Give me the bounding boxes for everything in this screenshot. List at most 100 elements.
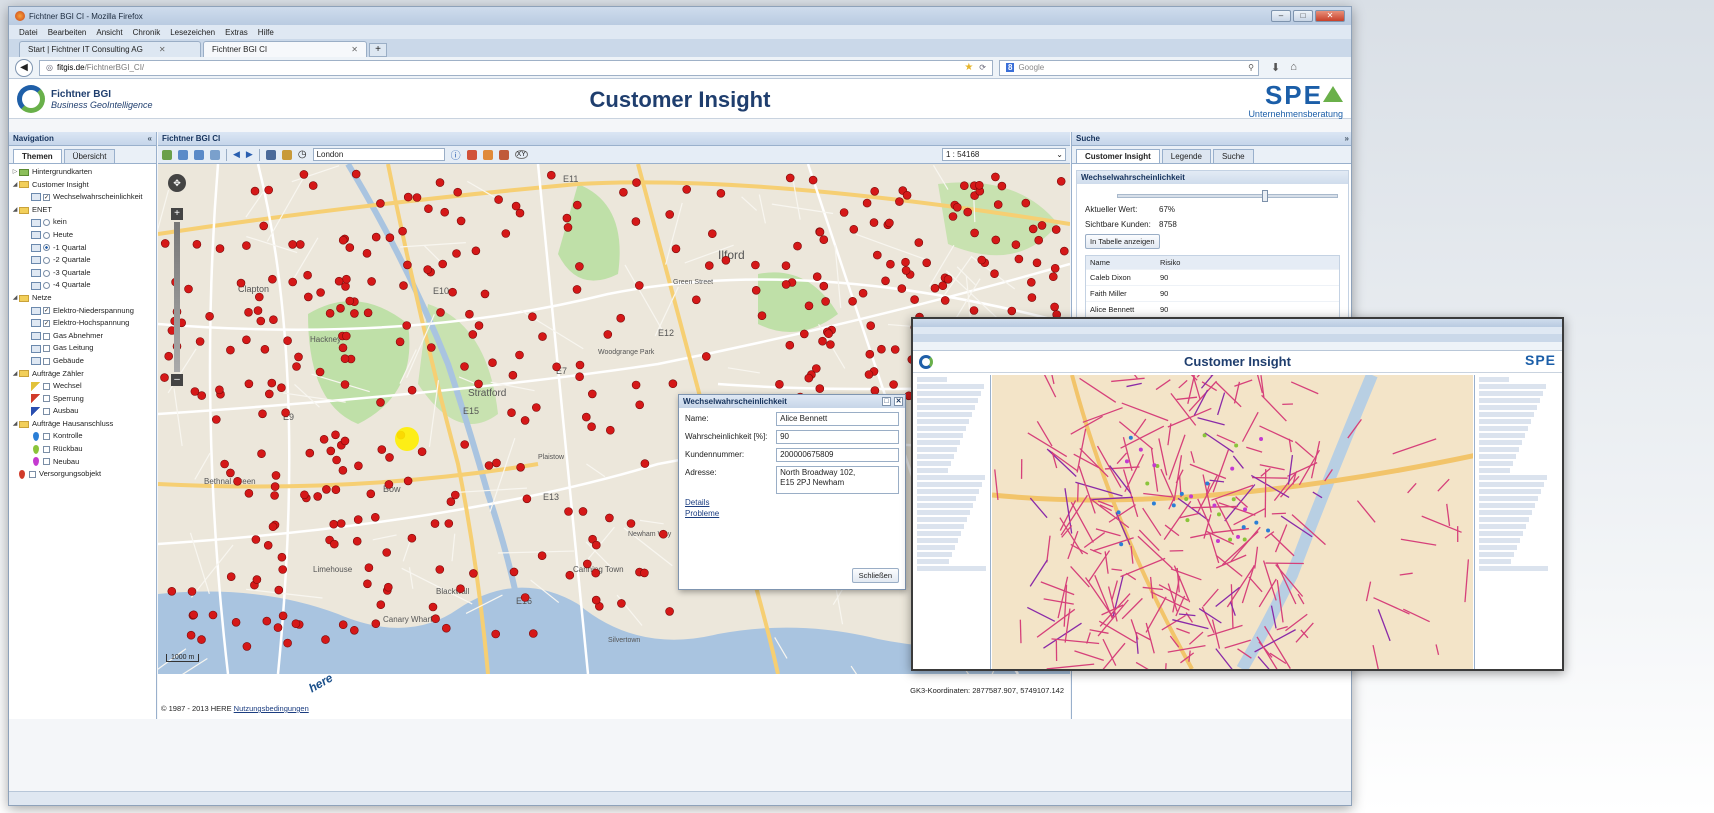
customer-marker[interactable] [815, 384, 825, 393]
customer-marker[interactable] [350, 625, 359, 635]
customer-marker[interactable] [671, 244, 681, 254]
customer-marker[interactable] [821, 297, 830, 306]
customer-marker[interactable] [826, 340, 835, 349]
customer-marker[interactable] [294, 352, 303, 362]
customer-marker[interactable] [331, 485, 341, 495]
customer-marker[interactable] [1027, 293, 1037, 302]
customer-marker[interactable] [426, 343, 436, 352]
customer-marker[interactable] [190, 387, 200, 396]
layer-radio[interactable] [43, 244, 50, 252]
menu-datei[interactable]: Datei [19, 28, 38, 37]
customer-marker[interactable] [435, 565, 445, 574]
customer-marker[interactable] [242, 241, 251, 250]
customer-marker[interactable] [575, 360, 585, 370]
customer-marker[interactable] [257, 449, 266, 459]
customer-marker[interactable] [384, 582, 393, 592]
customer-marker[interactable] [385, 233, 395, 242]
customer-marker[interactable] [438, 259, 448, 269]
customer-marker[interactable] [195, 337, 205, 346]
customer-marker[interactable] [528, 629, 538, 638]
customer-marker[interactable] [277, 552, 287, 562]
layer-radio[interactable] [43, 219, 50, 227]
customer-marker[interactable] [862, 198, 872, 208]
customer-marker[interactable] [363, 308, 373, 318]
customer-marker[interactable] [811, 364, 821, 373]
tree-node-customer-insight[interactable]: ◢ Customer Insight [11, 179, 156, 192]
customer-marker[interactable] [299, 170, 309, 179]
layer-checkbox[interactable] [43, 332, 50, 340]
customer-marker[interactable] [575, 262, 584, 271]
pan-tool-icon[interactable] [210, 149, 220, 160]
close-popup-button[interactable]: Schließen [851, 568, 899, 583]
tree-node-q1[interactable]: -1 Quartal [11, 242, 156, 255]
customer-marker[interactable] [253, 306, 263, 315]
customer-marker[interactable] [1037, 221, 1047, 230]
customer-marker[interactable] [635, 400, 645, 410]
customer-marker[interactable] [640, 568, 649, 578]
customer-marker[interactable] [259, 221, 268, 231]
customer-marker[interactable] [460, 440, 470, 449]
customer-marker[interactable] [431, 614, 440, 624]
collapse-icon[interactable]: ◢ [11, 204, 19, 217]
customer-marker[interactable] [572, 200, 582, 210]
customer-marker[interactable] [371, 232, 381, 242]
customer-marker[interactable] [866, 321, 876, 330]
menu-lesezeichen[interactable]: Lesezeichen [170, 28, 215, 37]
customer-marker[interactable] [665, 210, 675, 219]
customer-marker[interactable] [436, 308, 445, 317]
table-row[interactable]: Caleb Dixon 90 [1086, 269, 1339, 285]
customer-marker[interactable] [288, 240, 297, 249]
tree-node-rueckbau[interactable]: Rückbau [11, 443, 156, 456]
customer-marker[interactable] [244, 488, 254, 498]
customer-marker[interactable] [815, 227, 825, 237]
customer-marker[interactable] [303, 270, 312, 280]
layer-radio[interactable] [43, 256, 50, 264]
customer-marker[interactable] [273, 623, 283, 632]
customer-marker[interactable] [403, 192, 413, 202]
customer-marker[interactable] [160, 373, 169, 382]
customer-marker[interactable] [242, 642, 252, 651]
customer-marker[interactable] [591, 595, 601, 605]
customer-marker[interactable] [322, 485, 331, 494]
customer-marker[interactable] [430, 519, 440, 528]
tree-node-wechsel[interactable]: ✓ Wechselwahrscheinlichkeit [11, 191, 156, 204]
slider-handle[interactable] [1261, 190, 1268, 202]
customer-marker[interactable] [858, 288, 868, 298]
layer-checkbox[interactable] [43, 445, 50, 453]
customer-marker[interactable] [716, 188, 726, 198]
coordinate-icon[interactable]: XY [514, 150, 528, 159]
customer-marker[interactable] [707, 229, 717, 238]
customer-marker[interactable] [1021, 198, 1031, 208]
tree-node-kein[interactable]: kein [11, 216, 156, 229]
customer-marker[interactable] [382, 548, 391, 557]
customer-marker[interactable] [341, 282, 350, 291]
customer-marker[interactable] [581, 412, 591, 422]
customer-marker[interactable] [363, 579, 372, 589]
customer-marker[interactable] [274, 585, 284, 595]
tree-node-auftraege-haus[interactable]: ◢ Aufträge Hausanschluss [11, 418, 156, 431]
customer-marker[interactable] [516, 462, 525, 472]
customer-marker[interactable] [336, 519, 346, 528]
tree-node-wechsel2[interactable]: Wechsel [11, 380, 156, 393]
address-field[interactable]: North Broadway 102, E15 2PJ Newham [776, 466, 899, 494]
customer-marker[interactable] [336, 304, 345, 313]
measure-icon[interactable] [466, 149, 477, 160]
layer-checkbox[interactable] [43, 345, 50, 353]
customer-marker[interactable] [215, 244, 225, 253]
customer-marker[interactable] [922, 258, 932, 268]
customer-marker[interactable] [864, 370, 874, 379]
customer-marker[interactable] [631, 217, 641, 226]
customer-marker[interactable] [340, 380, 350, 389]
customer-marker[interactable] [300, 490, 309, 500]
customer-marker[interactable] [268, 274, 277, 284]
probability-slider[interactable] [1117, 190, 1338, 202]
customer-marker[interactable] [872, 250, 882, 260]
tab-themen[interactable]: Themen [13, 149, 62, 163]
customer-marker[interactable] [291, 619, 301, 629]
customer-marker[interactable] [342, 331, 351, 341]
customer-marker[interactable] [186, 630, 196, 640]
zoom-in-button[interactable]: + [171, 208, 183, 220]
customer-marker[interactable] [515, 350, 524, 360]
customer-marker[interactable] [886, 259, 895, 269]
customer-marker[interactable] [865, 349, 875, 359]
